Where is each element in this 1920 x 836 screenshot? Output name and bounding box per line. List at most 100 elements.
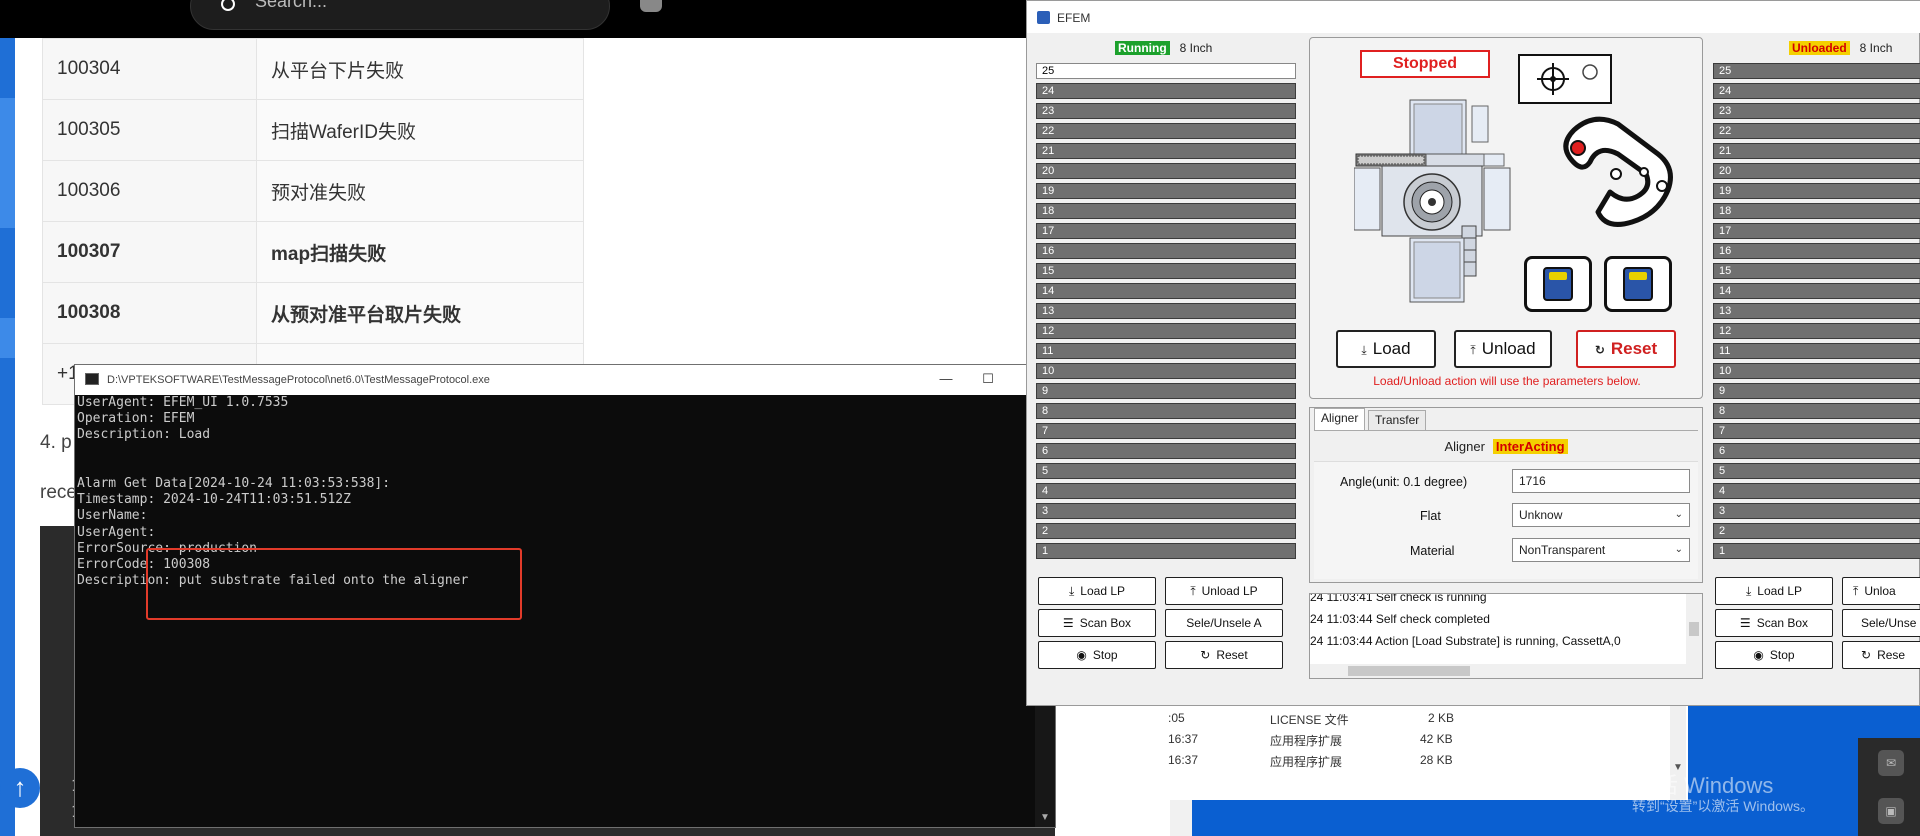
wafer-slot[interactable]: 10: [1713, 363, 1920, 379]
button-label: Sele/Unse: [1861, 616, 1917, 630]
wafer-slot[interactable]: 24: [1713, 83, 1920, 99]
right-stop-button[interactable]: ◉ Stop: [1715, 641, 1833, 669]
tag-icon[interactable]: [640, 0, 662, 12]
wafer-slot[interactable]: 17: [1036, 223, 1296, 239]
log-horizontal-scrollbar[interactable]: [1310, 664, 1686, 678]
wafer-slot[interactable]: 14: [1713, 283, 1920, 299]
stop-icon: ◉: [1753, 648, 1764, 662]
wafer-slot[interactable]: 16: [1036, 243, 1296, 259]
wafer-slot[interactable]: 11: [1036, 343, 1296, 359]
wafer-slot[interactable]: 25: [1713, 63, 1920, 79]
wafer-slot[interactable]: 3: [1713, 503, 1920, 519]
chevron-down-icon[interactable]: ▼: [1040, 812, 1050, 823]
wafer-slot[interactable]: 10: [1036, 363, 1296, 379]
wafer-slot[interactable]: 15: [1036, 263, 1296, 279]
file-row[interactable]: 16:37 应用程序扩展 42 KB: [1168, 729, 1688, 750]
wafer-slot[interactable]: 11: [1713, 343, 1920, 359]
wafer-slot[interactable]: 2: [1713, 523, 1920, 539]
right-select-button[interactable]: Sele/Unse: [1842, 609, 1920, 637]
wafer-slot[interactable]: 6: [1713, 443, 1920, 459]
file-row[interactable]: 16:37 应用程序扩展 28 KB: [1168, 750, 1688, 771]
wafer-slot[interactable]: 5: [1713, 463, 1920, 479]
left-reset-button[interactable]: ↻ Reset: [1165, 641, 1283, 669]
wafer-slot[interactable]: 9: [1036, 383, 1296, 399]
wafer-slot[interactable]: 25: [1036, 63, 1296, 79]
robot-arm-diagram: [1554, 114, 1684, 234]
wafer-slot[interactable]: 8: [1036, 403, 1296, 419]
wafer-slot[interactable]: 6: [1036, 443, 1296, 459]
wafer-slot[interactable]: 19: [1036, 183, 1296, 199]
event-log[interactable]: 24 11:03:41 Self check is running 24 11:…: [1309, 593, 1703, 679]
aligner-status-row: Aligner InterActing: [1314, 439, 1698, 454]
table-row: 100305 扫描WaferID失败: [42, 99, 584, 161]
left-unload-lp-button[interactable]: ⤒ Unload LP: [1165, 577, 1283, 605]
wafer-slot[interactable]: 22: [1713, 123, 1920, 139]
flat-select[interactable]: Unknow ⌄: [1512, 503, 1690, 527]
wafer-slot[interactable]: 18: [1713, 203, 1920, 219]
table-row: 100306 预对准失败: [42, 160, 584, 222]
wafer-slot[interactable]: 22: [1036, 123, 1296, 139]
maximize-icon[interactable]: ☐: [977, 369, 999, 391]
wafer-slot[interactable]: 13: [1036, 303, 1296, 319]
wafer-slot[interactable]: 12: [1713, 323, 1920, 339]
right-unload-lp-button[interactable]: ⤒ Unloa: [1842, 577, 1920, 605]
wafer-slot[interactable]: 14: [1036, 283, 1296, 299]
error-highlight-box: [146, 548, 522, 620]
tab-aligner[interactable]: Aligner: [1314, 408, 1366, 430]
app-icon[interactable]: ▣: [1878, 798, 1904, 824]
wafer-slot[interactable]: 1: [1036, 543, 1296, 559]
wafer-slot[interactable]: 19: [1713, 183, 1920, 199]
wafer-slot[interactable]: 23: [1713, 103, 1920, 119]
right-reset-button[interactable]: ↻ Rese: [1842, 641, 1920, 669]
wafer-slot[interactable]: 7: [1713, 423, 1920, 439]
reset-button[interactable]: ↻ Reset: [1576, 330, 1676, 368]
load-lp-icon: ⤓: [1745, 584, 1752, 598]
wafer-slot[interactable]: 24: [1036, 83, 1296, 99]
wafer-slot[interactable]: 4: [1036, 483, 1296, 499]
log-vscroll-thumb[interactable]: [1689, 622, 1699, 636]
wafer-slot[interactable]: 2: [1036, 523, 1296, 539]
wafer-slot[interactable]: 20: [1036, 163, 1296, 179]
reset-icon: ↻: [1861, 648, 1872, 662]
wafer-slot[interactable]: 12: [1036, 323, 1296, 339]
minimize-icon[interactable]: —: [935, 369, 957, 391]
unload-button[interactable]: ⤒ Unload: [1454, 330, 1552, 368]
wafer-slot[interactable]: 23: [1036, 103, 1296, 119]
wafer-slot[interactable]: 8: [1713, 403, 1920, 419]
left-load-lp-button[interactable]: ⤓ Load LP: [1038, 577, 1156, 605]
wafer-slot[interactable]: 7: [1036, 423, 1296, 439]
angle-input[interactable]: 1716: [1512, 469, 1690, 493]
right-load-lp-button[interactable]: ⤓ Load LP: [1715, 577, 1833, 605]
wafer-slot[interactable]: 17: [1713, 223, 1920, 239]
right-scan-box-button[interactable]: ☰ Scan Box: [1715, 609, 1833, 637]
error-code-cell: 100307: [42, 221, 257, 283]
wafer-slot[interactable]: 18: [1036, 203, 1296, 219]
web-search-bar[interactable]: Search...: [190, 0, 610, 30]
chat-icon[interactable]: ✉: [1878, 750, 1904, 776]
wafer-slot[interactable]: 4: [1713, 483, 1920, 499]
log-hscroll-thumb[interactable]: [1348, 666, 1470, 676]
wafer-slot[interactable]: 5: [1036, 463, 1296, 479]
file-row[interactable]: :05 LICENSE 文件 2 KB: [1168, 708, 1688, 729]
load-button[interactable]: ⤓ Load: [1336, 330, 1436, 368]
wafer-slot[interactable]: 1: [1713, 543, 1920, 559]
wafer-slot[interactable]: 3: [1036, 503, 1296, 519]
wafer-slot[interactable]: 16: [1713, 243, 1920, 259]
left-stop-button[interactable]: ◉ Stop: [1038, 641, 1156, 669]
material-select[interactable]: NonTransparent ⌄: [1512, 538, 1690, 562]
left-loadport-size: 8 Inch: [1179, 41, 1213, 55]
tab-transfer[interactable]: Transfer: [1368, 410, 1427, 430]
wafer-slot[interactable]: 15: [1713, 263, 1920, 279]
wafer-slot[interactable]: 20: [1713, 163, 1920, 179]
wafer-slot[interactable]: 21: [1036, 143, 1296, 159]
wafer-slot[interactable]: 21: [1713, 143, 1920, 159]
scroll-to-top-button[interactable]: ↑: [0, 768, 40, 808]
file-row-time: :05: [1168, 711, 1185, 725]
list-icon: ☰: [1062, 616, 1074, 630]
log-vertical-scrollbar[interactable]: [1686, 594, 1702, 678]
left-scan-box-button[interactable]: ☰ Scan Box: [1038, 609, 1156, 637]
left-select-button[interactable]: Sele/Unsele A: [1165, 609, 1283, 637]
file-explorer-list: :05 LICENSE 文件 2 KB 16:37 应用程序扩展 42 KB 1…: [1168, 700, 1688, 800]
wafer-slot[interactable]: 9: [1713, 383, 1920, 399]
wafer-slot[interactable]: 13: [1713, 303, 1920, 319]
